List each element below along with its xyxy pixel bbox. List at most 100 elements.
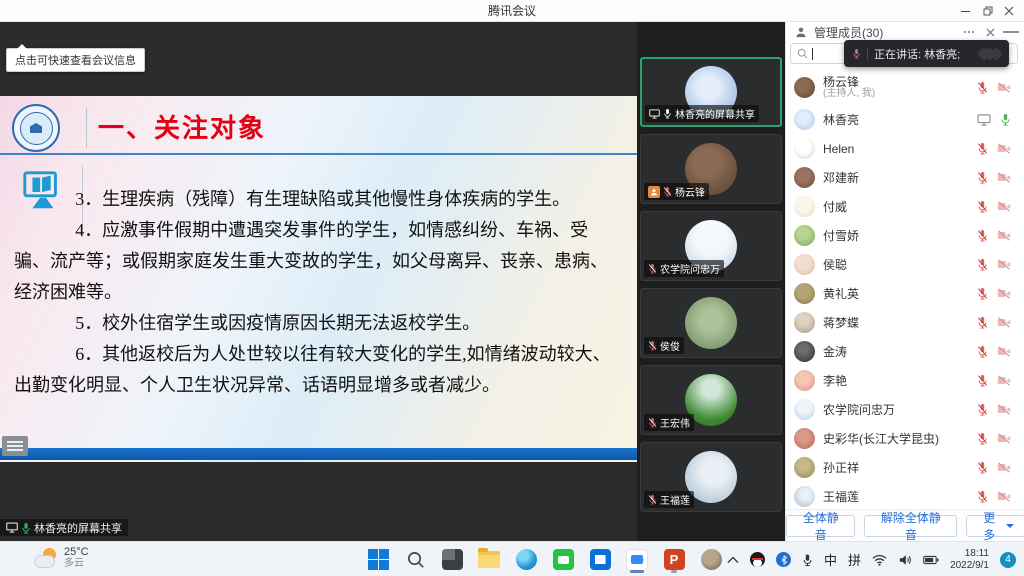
camera-off-icon[interactable] (997, 259, 1011, 270)
tray-chevron-up-icon[interactable] (727, 556, 739, 564)
video-thumbnail[interactable]: 农学院问忠万 (640, 211, 782, 281)
member-row[interactable]: 杨云锋 (主持人, 我) (786, 70, 1024, 105)
member-row[interactable]: 金涛 (786, 337, 1024, 366)
camera-off-icon[interactable] (997, 201, 1011, 212)
mic-muted-icon[interactable] (977, 374, 988, 387)
unmute-all-button[interactable]: 解除全体静音 (864, 515, 957, 537)
active-app-indicator (630, 570, 644, 573)
host-badge-icon (648, 186, 660, 198)
member-row[interactable]: 侯聪 (786, 250, 1024, 279)
start-button[interactable] (366, 546, 390, 573)
mute-all-button[interactable]: 全体静音 (786, 515, 855, 537)
notification-count-badge[interactable]: 4 (1000, 552, 1016, 568)
member-row[interactable]: 李艳 (786, 366, 1024, 395)
member-row[interactable]: 蒋梦蝶 (786, 308, 1024, 337)
close-window-button[interactable] (1002, 4, 1016, 18)
mic-muted-icon[interactable] (977, 461, 988, 474)
taskbar-profile-button[interactable] (699, 546, 723, 573)
mic-muted-icon[interactable] (977, 200, 988, 213)
app-icon-green-chat[interactable] (551, 546, 575, 573)
member-row[interactable]: 农学院问忠万 (786, 395, 1024, 424)
restore-button[interactable] (981, 4, 995, 18)
mic-muted-icon[interactable] (977, 316, 988, 329)
member-row[interactable]: 付威 (786, 192, 1024, 221)
mic-muted-icon[interactable] (977, 287, 988, 300)
member-row[interactable]: 孙正祥 (786, 453, 1024, 482)
participant-name: 杨云锋 (675, 184, 705, 199)
tencent-meeting-button[interactable] (625, 546, 649, 573)
weather-icon (34, 548, 58, 568)
mic-muted-icon[interactable] (977, 81, 988, 94)
camera-off-icon[interactable] (997, 491, 1011, 502)
qq-tray-icon[interactable] (750, 552, 765, 567)
powerpoint-button[interactable]: P (662, 546, 686, 573)
mic-muted-icon[interactable] (977, 142, 988, 155)
meeting-info-tooltip[interactable]: 点击可快速查看会议信息 (6, 48, 145, 72)
camera-off-icon[interactable] (997, 404, 1011, 415)
camera-off-icon[interactable] (997, 82, 1011, 93)
member-row[interactable]: 付雪娇 (786, 221, 1024, 250)
mic-muted-icon[interactable] (977, 490, 988, 503)
camera-off-icon[interactable] (997, 172, 1011, 183)
video-thumbnail[interactable]: 王宏伟 (640, 365, 782, 435)
member-avatar (794, 341, 815, 362)
ime-language-indicator[interactable]: 中 (824, 550, 837, 569)
video-thumbnail[interactable]: 林香亮的屏幕共享 (640, 57, 782, 127)
ime-pinyin-indicator[interactable]: 拼 (848, 550, 861, 569)
camera-off-icon[interactable] (997, 375, 1011, 386)
member-name: 金涛 (823, 346, 847, 358)
mic-muted-icon[interactable] (977, 229, 988, 242)
microsoft-store-button[interactable] (588, 546, 612, 573)
camera-off-icon[interactable] (997, 433, 1011, 444)
slide-body-text: 3．生理疾病（残障）有生理缺陷或其他慢性身体疾病的学生。 4．应激事件假期中遭遇… (0, 184, 637, 401)
panel-menu-icon[interactable] (1003, 24, 1019, 40)
mic-on-icon[interactable] (1000, 113, 1011, 126)
tray-clock[interactable]: 18:11 2022/9/1 (950, 548, 989, 572)
mic-muted-icon[interactable] (977, 345, 988, 358)
camera-off-icon[interactable] (997, 143, 1011, 154)
close-panel-icon[interactable] (982, 24, 998, 40)
member-row[interactable]: Helen (786, 134, 1024, 163)
more-button[interactable]: 更多 (966, 515, 1024, 537)
member-name: Helen (823, 143, 854, 155)
mic-muted-icon[interactable] (977, 432, 988, 445)
file-explorer-button[interactable] (477, 546, 501, 573)
member-avatar (794, 225, 815, 246)
screen-share-stage[interactable]: 点击可快速查看会议信息 一、关注对象 3．生理疾病（残障）有生理缺陷或其他慢性身… (0, 22, 637, 541)
member-row[interactable]: 邓建新 (786, 163, 1024, 192)
camera-off-icon[interactable] (997, 346, 1011, 357)
more-options-icon[interactable] (961, 24, 977, 40)
mic-muted-icon[interactable] (977, 258, 988, 271)
video-thumbnail[interactable]: 杨云锋 (640, 134, 782, 204)
microphone-tray-icon[interactable] (802, 553, 813, 567)
battery-icon[interactable] (923, 555, 939, 565)
taskbar-search-button[interactable] (403, 546, 427, 573)
notes-icon[interactable] (2, 436, 28, 456)
windows-icon (368, 549, 389, 570)
video-thumbnail[interactable]: 侯俊 (640, 288, 782, 358)
bluetooth-icon[interactable] (776, 552, 791, 567)
edge-browser-button[interactable] (514, 546, 538, 573)
slide-title: 一、关注对象 (98, 108, 266, 145)
wifi-icon[interactable] (872, 554, 887, 566)
member-row[interactable]: 王福莲 (786, 482, 1024, 509)
member-row[interactable]: 史彩华(长江大学昆虫) (786, 424, 1024, 453)
member-row[interactable]: 林香亮 (786, 105, 1024, 134)
member-row[interactable]: 黄礼英 (786, 279, 1024, 308)
minimize-button[interactable] (958, 4, 972, 18)
camera-off-icon[interactable] (997, 230, 1011, 241)
mic-muted-icon[interactable] (977, 403, 988, 416)
speaker-icon[interactable] (898, 554, 912, 566)
member-avatar (794, 457, 815, 478)
taskbar-weather-widget[interactable]: 25°C 多云 (34, 546, 89, 570)
camera-off-icon[interactable] (997, 317, 1011, 328)
camera-off-icon[interactable] (997, 462, 1011, 473)
app-icon-dark-window[interactable] (440, 546, 464, 573)
mic-muted-icon[interactable] (977, 171, 988, 184)
member-name: 史彩华(长江大学昆虫) (823, 433, 939, 445)
meeting-camera-icon (626, 549, 648, 571)
video-thumbnail[interactable]: 王福莲 (640, 442, 782, 512)
share-status-label: 林香亮的屏幕共享 (0, 519, 128, 536)
camera-off-icon[interactable] (997, 288, 1011, 299)
participant-avatar (685, 297, 737, 349)
